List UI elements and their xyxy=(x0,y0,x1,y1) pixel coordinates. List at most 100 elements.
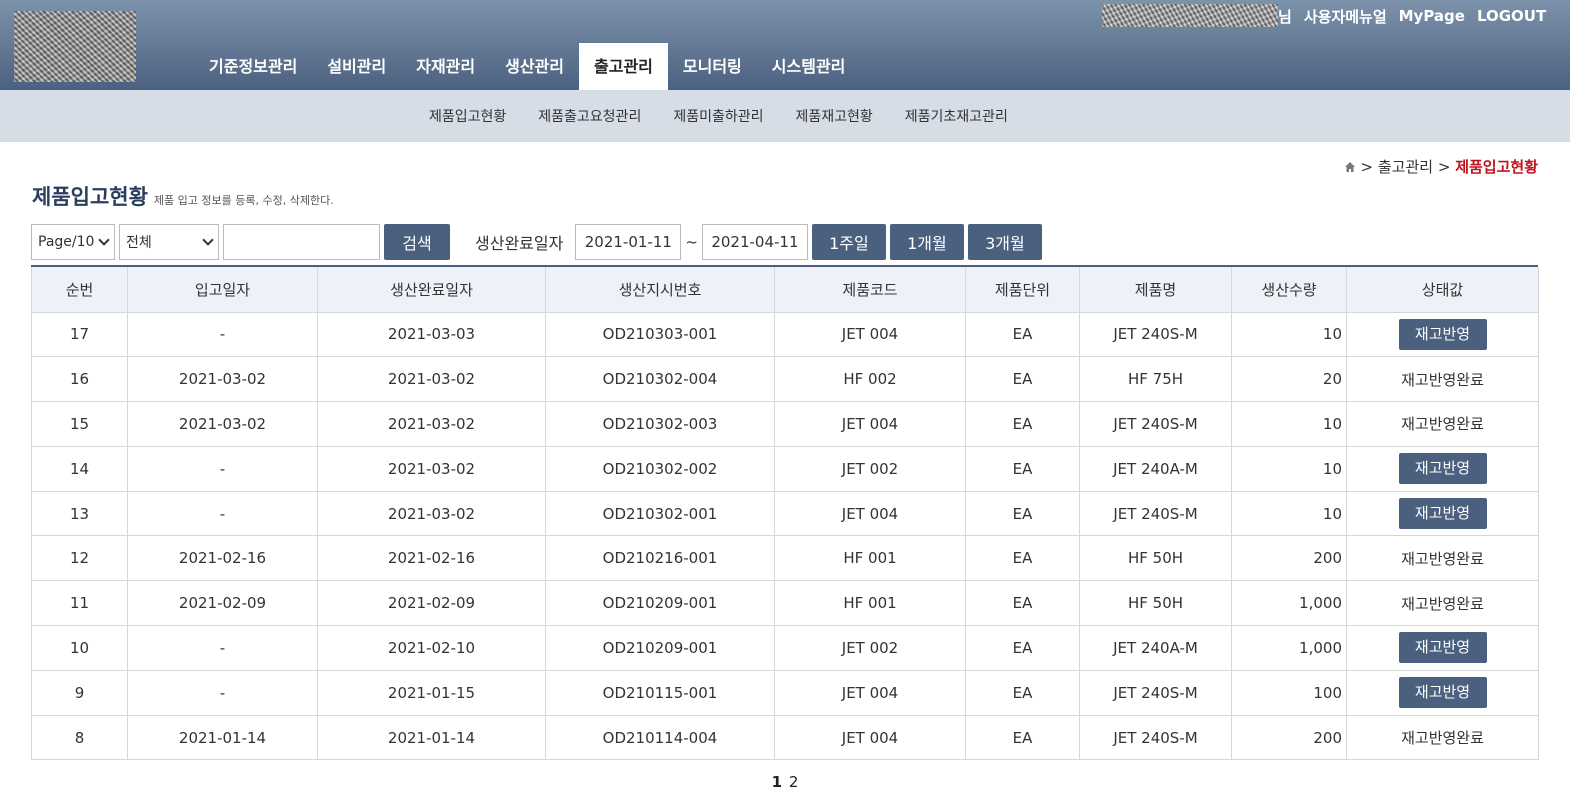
date-range-separator: ~ xyxy=(685,233,698,251)
receipt-date-cell: - xyxy=(127,445,318,492)
subnav-shipping-request[interactable]: 제품출고요청관리 xyxy=(522,106,657,126)
column-header[interactable]: 생산지시번호 xyxy=(545,267,775,313)
completion-date-cell: 2021-03-02 xyxy=(317,356,546,403)
product-code-cell: JET 004 xyxy=(774,714,966,761)
column-header[interactable]: 입고일자 xyxy=(127,267,318,313)
chevron-down-icon xyxy=(202,234,214,246)
page-description: 제품 입고 정보를 등록, 수정, 삭제한다. xyxy=(153,194,334,207)
nav-equipment[interactable]: 설비관리 xyxy=(312,43,401,90)
row-number-cell: 10 xyxy=(31,625,128,671)
column-header[interactable]: 제품단위 xyxy=(965,267,1080,313)
range-1month-button[interactable]: 1개월 xyxy=(889,224,964,260)
mypage-link[interactable]: MyPage xyxy=(1399,7,1465,25)
status-cell: 재고반영완료 xyxy=(1346,535,1539,582)
table-row[interactable]: 13-2021-03-02 OD210302-001 JET 004 EA JET 24… xyxy=(31,490,1539,537)
product-name-cell: HF 50H xyxy=(1079,535,1232,582)
product-unit-cell: EA xyxy=(965,445,1080,492)
column-header[interactable]: 생산수량 xyxy=(1231,267,1347,313)
column-header[interactable]: 순번 xyxy=(31,267,128,313)
status-text: 재고반영완료 xyxy=(1401,415,1484,434)
apply-inventory-button[interactable]: 재고반영 xyxy=(1398,632,1487,664)
nav-system[interactable]: 시스템관리 xyxy=(757,43,861,90)
nav-production[interactable]: 생산관리 xyxy=(490,43,579,90)
product-name-cell: JET 240S-M xyxy=(1079,714,1232,761)
product-unit-cell: EA xyxy=(965,490,1080,537)
status-text: 재고반영완료 xyxy=(1401,594,1484,613)
nav-monitoring[interactable]: 모니터링 xyxy=(668,43,757,90)
nav-shipping[interactable]: 출고관리 xyxy=(579,43,668,90)
subnav-unshipped[interactable]: 제품미출하관리 xyxy=(657,106,779,126)
order-number-cell: OD210302-001 xyxy=(545,490,775,537)
receipt-date-cell: 2021-03-02 xyxy=(127,401,318,447)
pagination: 1 2 xyxy=(0,773,1570,791)
range-1week-button[interactable]: 1주일 xyxy=(811,224,886,260)
search-button[interactable]: 검색 xyxy=(384,224,450,260)
row-number-cell: 8 xyxy=(31,714,128,761)
table-row[interactable]: 10-2021-02-10 OD210209-001 JET 002 EA JET 24… xyxy=(31,625,1539,671)
row-number-cell: 15 xyxy=(31,401,128,447)
product-code-cell: JET 004 xyxy=(774,669,966,716)
breadcrumb-sep: > xyxy=(1437,157,1451,176)
page-title: 제품입고현황 xyxy=(32,185,148,209)
breadcrumb-section[interactable]: 출고관리 xyxy=(1378,156,1433,177)
table-row[interactable]: 12 2021-02-16 2021-02-16 OD210216-001 HF 001… xyxy=(31,535,1539,582)
apply-inventory-button[interactable]: 재고반영 xyxy=(1398,453,1487,485)
page-link[interactable]: 2 xyxy=(789,773,799,791)
table-row[interactable]: 9-2021-01-15 OD210115-001 JET 004 EA JET 240… xyxy=(31,669,1539,716)
product-unit-cell: EA xyxy=(965,401,1080,447)
column-header[interactable]: 제품명 xyxy=(1079,267,1232,313)
order-number-cell: OD210209-001 xyxy=(545,625,775,671)
range-3month-button[interactable]: 3개월 xyxy=(967,224,1042,260)
order-number-cell: OD210302-004 xyxy=(545,356,775,403)
table-row[interactable]: 17-2021-03-03 OD210303-001 JET 004 EA JET 24… xyxy=(31,311,1539,358)
subnav-initial-inventory[interactable]: 제품기초재고관리 xyxy=(889,106,1024,126)
receipt-date-cell: - xyxy=(127,669,318,716)
apply-inventory-button[interactable]: 재고반영 xyxy=(1398,677,1487,709)
nav-materials[interactable]: 자재관리 xyxy=(401,43,490,90)
column-header[interactable]: 생산완료일자 xyxy=(317,267,546,313)
nav-master-data[interactable]: 기준정보관리 xyxy=(194,43,312,90)
apply-inventory-button[interactable]: 재고반영 xyxy=(1398,318,1487,350)
product-unit-cell: EA xyxy=(965,714,1080,761)
home-icon[interactable] xyxy=(1344,161,1356,173)
completion-date-cell: 2021-03-02 xyxy=(317,401,546,447)
user-menu: 님 사용자메뉴얼 MyPage LOGOUT xyxy=(1278,5,1546,27)
column-header[interactable]: 상태값 xyxy=(1346,267,1539,313)
apply-inventory-button[interactable]: 재고반영 xyxy=(1398,498,1487,530)
page-size-select[interactable]: Page/10 xyxy=(31,224,115,260)
table-header-row: 순번 입고일자 생산완료일자 생산지시번호 제품코드 제품단위 제품명 생산수량… xyxy=(31,267,1539,313)
column-header[interactable]: 제품코드 xyxy=(774,267,966,313)
table-row[interactable]: 15 2021-03-02 2021-03-02 OD210302-003 JET 00… xyxy=(31,401,1539,447)
search-toolbar: Page/10 전체 검색 생산완료일자 2021-01-11 ~ 2021-0… xyxy=(31,223,1042,261)
receipt-date-cell: 2021-03-02 xyxy=(127,356,318,403)
table-row[interactable]: 16 2021-03-02 2021-03-02 OD210302-004 HF 002… xyxy=(31,356,1539,403)
production-qty-cell: 100 xyxy=(1231,669,1347,716)
product-code-cell: JET 004 xyxy=(774,490,966,537)
status-cell: 재고반영 xyxy=(1346,311,1539,358)
receipt-date-cell: - xyxy=(127,311,318,358)
date-from-input[interactable]: 2021-01-11 xyxy=(575,224,682,260)
receipt-table: 순번 입고일자 생산완료일자 생산지시번호 제품코드 제품단위 제품명 생산수량… xyxy=(31,265,1539,761)
user-manual-link[interactable]: 사용자메뉴얼 xyxy=(1304,6,1387,27)
status-text: 재고반영완료 xyxy=(1401,549,1484,568)
page-link-current[interactable]: 1 xyxy=(772,773,782,791)
logout-link[interactable]: LOGOUT xyxy=(1477,7,1546,25)
completion-date-cell: 2021-02-10 xyxy=(317,625,546,671)
table-row[interactable]: 11 2021-02-09 2021-02-09 OD210209-001 HF 001… xyxy=(31,580,1539,627)
completion-date-cell: 2021-02-09 xyxy=(317,580,546,627)
production-qty-cell: 10 xyxy=(1231,401,1347,447)
status-cell: 재고반영완료 xyxy=(1346,714,1539,761)
subnav-inventory-status[interactable]: 제품재고현황 xyxy=(780,106,889,126)
table-row[interactable]: 14-2021-03-02 OD210302-002 JET 002 EA JET 24… xyxy=(31,445,1539,492)
subnav-product-receipt-status[interactable]: 제품입고현황 xyxy=(413,106,522,126)
breadcrumb-sep: > xyxy=(1360,157,1374,176)
search-input[interactable] xyxy=(223,224,380,260)
top-header: 님 사용자메뉴얼 MyPage LOGOUT 기준정보관리 설비관리 자재관리 … xyxy=(0,0,1570,90)
product-unit-cell: EA xyxy=(965,669,1080,716)
row-number-cell: 12 xyxy=(31,535,128,582)
company-logo[interactable] xyxy=(14,11,136,82)
table-row[interactable]: 8 2021-01-14 2021-01-14 OD210114-004 JET 004… xyxy=(31,714,1539,761)
date-to-input[interactable]: 2021-04-11 xyxy=(701,224,808,260)
date-filter-label: 생산완료일자 xyxy=(475,234,564,253)
filter-select[interactable]: 전체 xyxy=(119,224,219,260)
